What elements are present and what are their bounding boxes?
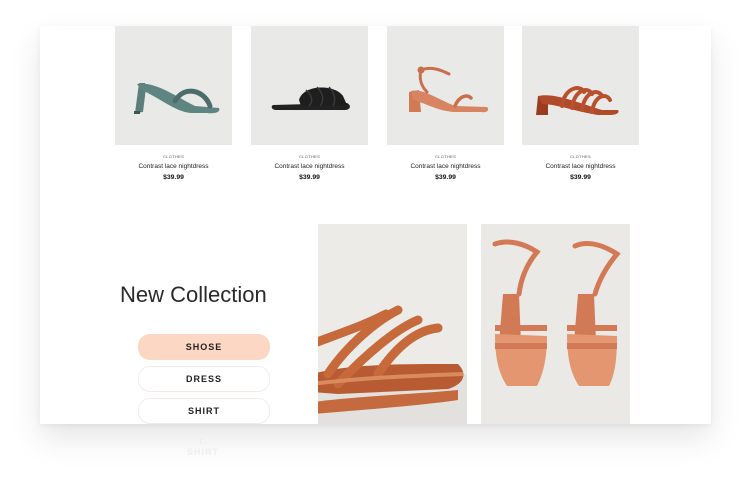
product-image[interactable] [251,26,368,145]
product-image[interactable] [387,26,504,145]
product-price: $39.99 [570,174,591,181]
product-category: Clothes [163,154,184,159]
product-image[interactable] [115,26,232,145]
product-category: Clothes [299,154,320,159]
tab-shose[interactable]: SHOSE [138,334,270,360]
product-name[interactable]: Contrast lace nightdress [522,163,639,171]
product-card[interactable]: Clothes Contrast lace nightdress $39.99 [522,26,639,182]
product-category: Clothes [570,154,591,159]
product-page-card: Clothes Contrast lace nightdress $39.99 … [40,26,711,424]
product-price: $39.99 [163,174,184,181]
product-image[interactable] [522,26,639,145]
collection-photo-strappy-sandals[interactable] [318,224,467,424]
product-name[interactable]: Contrast lace nightdress [115,163,232,171]
product-category: Clothes [435,154,456,159]
product-card[interactable]: Clothes Contrast lace nightdress $39.99 [387,26,504,182]
tab-dress[interactable]: DRESS [138,366,270,392]
product-card[interactable]: Clothes Contrast lace nightdress $39.99 [115,26,232,182]
tab-t-shirt[interactable]: T-SHIRT [183,437,223,457]
product-name[interactable]: Contrast lace nightdress [387,163,504,171]
product-card[interactable]: Clothes Contrast lace nightdress $39.99 [251,26,368,182]
collection-photo-ankle-strap-heels[interactable] [481,224,630,424]
product-price: $39.99 [435,174,456,181]
tab-shirt[interactable]: SHIRT [138,398,270,424]
product-name[interactable]: Contrast lace nightdress [251,163,368,171]
product-price: $39.99 [299,174,320,181]
collection-title: New Collection [120,282,267,307]
